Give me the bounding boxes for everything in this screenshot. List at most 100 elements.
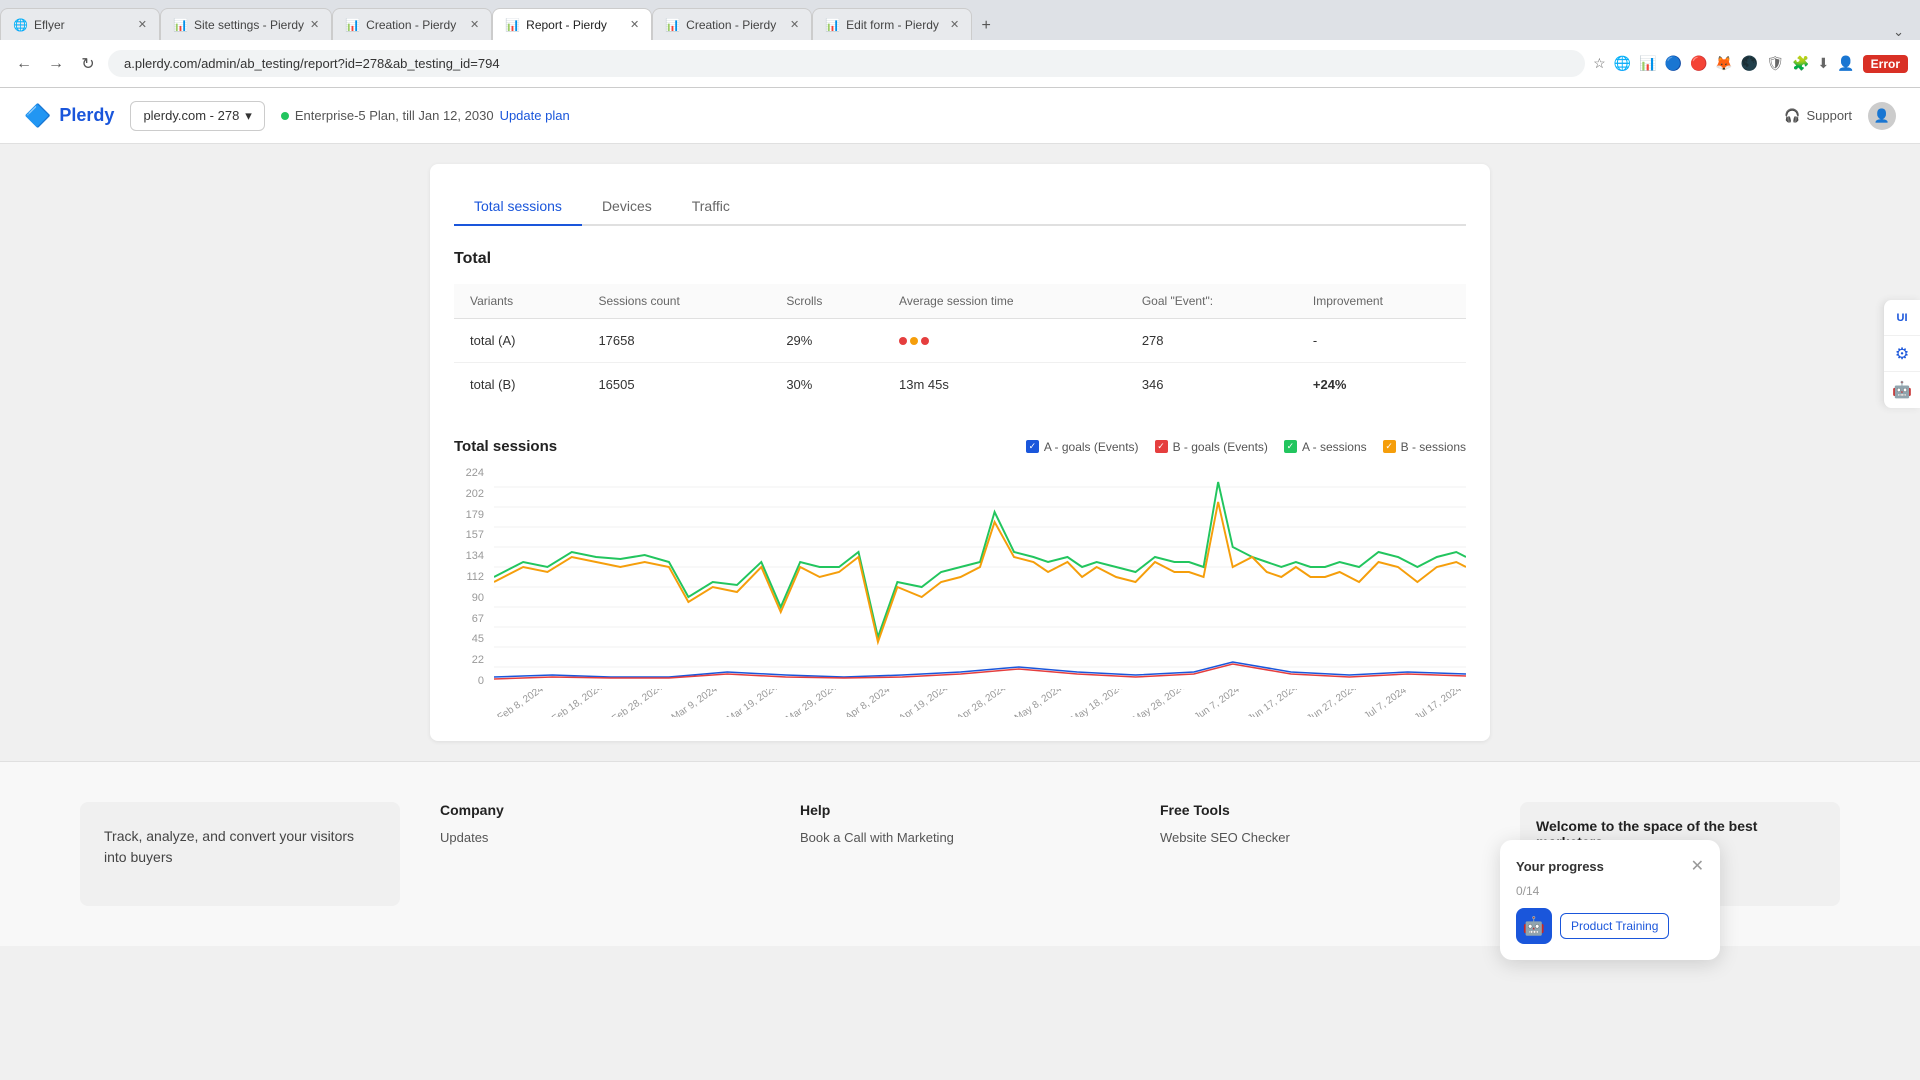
tab-label: Creation - Pierdy [686, 18, 776, 32]
legend-label-a-goals: A - goals (Events) [1044, 440, 1139, 454]
plan-badge: Enterprise-5 Plan, till Jan 12, 2030 Upd… [281, 108, 570, 123]
x-label-11: May 18, 2024 [1070, 689, 1126, 717]
legend-checkbox-a-sessions: ✓ [1284, 440, 1297, 453]
site-selector[interactable]: plerdy.com - 278 ▾ [130, 101, 264, 131]
plan-active-dot [281, 112, 289, 120]
col-header-improvement: Improvement [1297, 284, 1466, 319]
tab-creation-2[interactable]: 📊 Creation - Pierdy ✕ [652, 8, 812, 40]
headset-icon: 🎧 [1784, 108, 1800, 124]
dot-1 [899, 337, 907, 345]
extension2-icon: 🌑 [1741, 55, 1758, 72]
app-header: 🔷 Plerdy plerdy.com - 278 ▾ Enterprise-5… [0, 88, 1920, 144]
extension1-icon: 🦊 [1715, 55, 1732, 72]
reload-button[interactable]: ↻ [76, 54, 100, 74]
col-header-goal: Goal "Event": [1126, 284, 1297, 319]
profile-icon[interactable]: 👤 [1837, 55, 1854, 72]
progress-widget-count: 0/14 [1516, 884, 1704, 898]
progress-widget-close[interactable]: ✕ [1691, 856, 1704, 876]
tab-close-creation-2[interactable]: ✕ [790, 18, 799, 31]
tab-creation-1[interactable]: 📊 Creation - Pierdy ✕ [332, 8, 492, 40]
section-title: Total [454, 250, 1466, 268]
bookmark-star-icon[interactable]: ☆ [1593, 55, 1606, 72]
tab-edit-form[interactable]: 📊 Edit form - Pierdy ✕ [812, 8, 972, 40]
content-card: Total sessions Devices Traffic Total Var… [430, 164, 1490, 741]
legend-checkbox-b-goals: ✓ [1155, 440, 1168, 453]
footer-track-text: Track, analyze, and convert your visitor… [80, 802, 400, 906]
robot-icon: 🤖 [1892, 380, 1912, 400]
y-label-134: 134 [454, 550, 484, 562]
footer-free-tools-title: Free Tools [1160, 802, 1480, 818]
y-label-179: 179 [454, 509, 484, 521]
footer-link-book-call[interactable]: Book a Call with Marketing [800, 830, 1120, 845]
chart-svg [494, 467, 1466, 687]
support-button[interactable]: 🎧 Support [1784, 108, 1852, 124]
footer-free-tools: Free Tools Website SEO Checker [1160, 802, 1480, 906]
cell-sessions-a: 17658 [582, 319, 770, 363]
logo: 🔷 Plerdy [24, 103, 114, 129]
forward-button[interactable]: → [44, 55, 68, 73]
footer-track-content: Track, analyze, and convert your visitor… [104, 828, 354, 865]
x-axis: Feb 8, 2024 Feb 18, 2024 Feb 28, 2024 Ma… [494, 689, 1466, 717]
data-table: Variants Sessions count Scrolls Average … [454, 284, 1466, 406]
tab-icon: 🌐 [13, 18, 28, 32]
user-avatar[interactable]: 👤 [1868, 102, 1896, 130]
shield-icon: 🛡 [1766, 55, 1784, 72]
legend-label-a-sessions: A - sessions [1302, 440, 1367, 454]
update-plan-link[interactable]: Update plan [500, 108, 570, 123]
tab-devices[interactable]: Devices [582, 188, 672, 226]
progress-bot-area: 🤖 Product Training [1516, 908, 1704, 944]
tab-close-eflyer[interactable]: ✕ [138, 18, 147, 31]
lastpass-icon: 🔴 [1690, 55, 1707, 72]
col-header-sessions: Sessions count [582, 284, 770, 319]
sidebar-bot-button[interactable]: 🤖 [1884, 372, 1920, 408]
browser-chrome: 🌐 Eflyer ✕ 📊 Site settings - Pierdy ✕ 📊 … [0, 0, 1920, 88]
address-bar-icons: ☆ 🌐 📊 🔵 🔴 🦊 🌑 🛡 🧩 ⬇ 👤 Error [1593, 55, 1908, 73]
legend-checkbox-a-goals: ✓ [1026, 440, 1039, 453]
tab-close-creation-1[interactable]: ✕ [470, 18, 479, 31]
download-icon[interactable]: ⬇ [1817, 55, 1829, 72]
legend-item-a-sessions: ✓ A - sessions [1284, 440, 1367, 454]
x-label-9: Apr 28, 2024 [955, 689, 1008, 717]
footer-link-seo-checker[interactable]: Website SEO Checker [1160, 830, 1480, 845]
col-header-avg-time: Average session time [883, 284, 1126, 319]
tab-label: Eflyer [34, 18, 65, 32]
progress-widget: Your progress ✕ 0/14 🤖 Product Training [1500, 840, 1720, 960]
address-input[interactable] [108, 50, 1585, 77]
chart-section: Total sessions ✓ A - goals (Events) ✓ B … [454, 438, 1466, 717]
tab-total-sessions[interactable]: Total sessions [454, 188, 582, 226]
cell-scrolls-a: 29% [770, 319, 883, 363]
col-header-scrolls: Scrolls [770, 284, 883, 319]
sidebar-ui-button[interactable]: UI [1884, 300, 1920, 336]
y-label-112: 112 [454, 571, 484, 583]
cell-avg-time-a [883, 319, 1126, 363]
progress-widget-title: Your progress [1516, 859, 1604, 874]
footer-company: Company Updates [440, 802, 760, 906]
table-row: total (A) 17658 29% 278 - [454, 319, 1466, 363]
tab-label: Site settings - Pierdy [194, 18, 304, 32]
new-tab-button[interactable]: + [972, 12, 1000, 40]
tab-close-report[interactable]: ✕ [630, 18, 639, 31]
back-button[interactable]: ← [12, 55, 36, 73]
tab-close-site-settings[interactable]: ✕ [310, 18, 319, 31]
legend-label-b-goals: B - goals (Events) [1173, 440, 1268, 454]
avg-time-dots [899, 337, 1110, 345]
product-training-button[interactable]: Product Training [1560, 913, 1669, 939]
chart-icon: 📊 [1639, 55, 1656, 72]
tab-report[interactable]: 📊 Report - Pierdy ✕ [492, 8, 652, 40]
cell-goal-b: 346 [1126, 363, 1297, 407]
chrome-icon: 🔵 [1665, 55, 1682, 72]
tab-eflyer[interactable]: 🌐 Eflyer ✕ [0, 8, 160, 40]
tab-site-settings[interactable]: 📊 Site settings - Pierdy ✕ [160, 8, 332, 40]
site-selector-text: plerdy.com - 278 [143, 108, 239, 123]
tab-icon: 📊 [825, 18, 840, 32]
ui-icon: UI [1897, 312, 1908, 324]
maximize-icon[interactable]: ⌄ [1893, 24, 1904, 40]
sidebar-settings-button[interactable]: ⚙ [1884, 336, 1920, 372]
user-icon-symbol: 👤 [1874, 108, 1890, 124]
cell-variant-a: total (A) [454, 319, 582, 363]
tab-traffic[interactable]: Traffic [672, 188, 750, 226]
footer-help: Help Book a Call with Marketing [800, 802, 1120, 906]
footer-link-updates[interactable]: Updates [440, 830, 760, 845]
tab-close-edit-form[interactable]: ✕ [950, 18, 959, 31]
x-label-16: Jul 7, 2024 [1363, 689, 1409, 717]
